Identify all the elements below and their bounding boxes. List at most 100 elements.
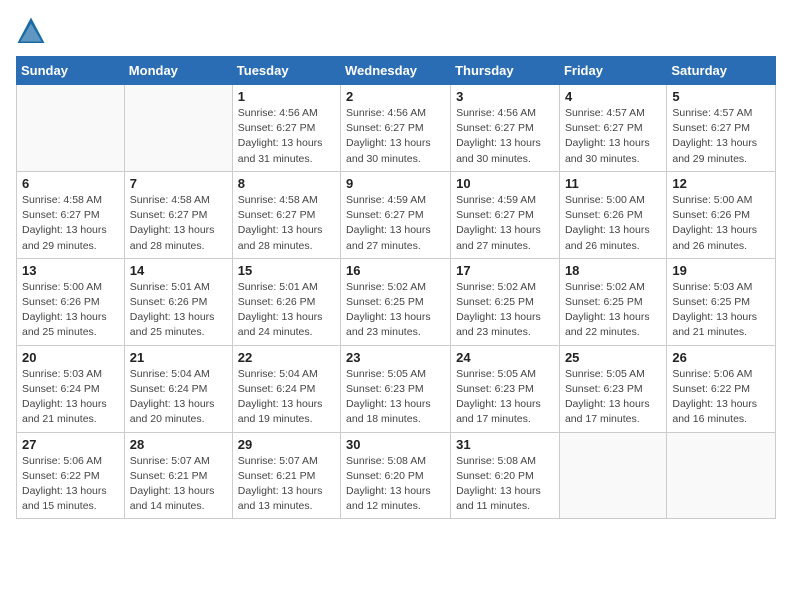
calendar-day-cell: 6 Sunrise: 4:58 AM Sunset: 6:27 PM Daylig…	[17, 171, 125, 258]
day-info: Sunrise: 5:06 AM Sunset: 6:22 PM Dayligh…	[672, 367, 770, 428]
calendar-day-cell: 21 Sunrise: 5:04 AM Sunset: 6:24 PM Dayli…	[124, 345, 232, 432]
calendar-day-cell: 25Sunrise: 5:05 AM Sunset: 6:23 PM Dayli…	[559, 345, 666, 432]
day-info: Sunrise: 5:01 AM Sunset: 6:26 PM Dayligh…	[238, 280, 335, 341]
weekday-header: Saturday	[667, 57, 776, 85]
day-number: 13	[22, 263, 119, 278]
calendar-day-cell: 31Sunrise: 5:08 AM Sunset: 6:20 PM Dayli…	[451, 432, 560, 519]
calendar-day-cell: 18 Sunrise: 5:02 AM Sunset: 6:25 PM Dayli…	[559, 258, 666, 345]
day-info: Sunrise: 5:03 AM Sunset: 6:25 PM Dayligh…	[672, 280, 770, 341]
day-info: Sunrise: 5:04 AM Sunset: 6:24 PM Dayligh…	[130, 367, 227, 428]
day-number: 22	[238, 350, 335, 365]
calendar-day-cell: 19 Sunrise: 5:03 AM Sunset: 6:25 PM Dayli…	[667, 258, 776, 345]
day-info: Sunrise: 5:05 AM Sunset: 6:23 PM Dayligh…	[346, 367, 445, 428]
calendar-day-cell: 15 Sunrise: 5:01 AM Sunset: 6:26 PM Dayli…	[232, 258, 340, 345]
calendar-day-cell	[559, 432, 666, 519]
day-number: 15	[238, 263, 335, 278]
day-info: Sunrise: 4:57 AM Sunset: 6:27 PM Dayligh…	[672, 106, 770, 167]
day-info: Sunrise: 5:06 AM Sunset: 6:22 PM Dayligh…	[22, 454, 119, 515]
calendar-day-cell: 5 Sunrise: 4:57 AM Sunset: 6:27 PM Daylig…	[667, 85, 776, 172]
day-number: 30	[346, 437, 445, 452]
calendar-day-cell: 13 Sunrise: 5:00 AM Sunset: 6:26 PM Dayli…	[17, 258, 125, 345]
day-info: Sunrise: 5:00 AM Sunset: 6:26 PM Dayligh…	[22, 280, 119, 341]
calendar-day-cell: 26 Sunrise: 5:06 AM Sunset: 6:22 PM Dayli…	[667, 345, 776, 432]
calendar-day-cell	[17, 85, 125, 172]
day-number: 8	[238, 176, 335, 191]
day-info: Sunrise: 4:59 AM Sunset: 6:27 PM Dayligh…	[346, 193, 445, 254]
day-number: 21	[130, 350, 227, 365]
logo-icon	[16, 16, 46, 46]
day-info: Sunrise: 5:00 AM Sunset: 6:26 PM Dayligh…	[672, 193, 770, 254]
day-number: 28	[130, 437, 227, 452]
day-info: Sunrise: 4:58 AM Sunset: 6:27 PM Dayligh…	[22, 193, 119, 254]
calendar-day-cell: 11Sunrise: 5:00 AM Sunset: 6:26 PM Dayli…	[559, 171, 666, 258]
calendar-week-row: 6 Sunrise: 4:58 AM Sunset: 6:27 PM Daylig…	[17, 171, 776, 258]
day-number: 26	[672, 350, 770, 365]
calendar-table: SundayMondayTuesdayWednesdayThursdayFrid…	[16, 56, 776, 519]
day-number: 12	[672, 176, 770, 191]
calendar-day-cell: 1 Sunrise: 4:56 AM Sunset: 6:27 PM Daylig…	[232, 85, 340, 172]
day-number: 31	[456, 437, 554, 452]
day-number: 23	[346, 350, 445, 365]
day-number: 9	[346, 176, 445, 191]
day-info: Sunrise: 5:02 AM Sunset: 6:25 PM Dayligh…	[346, 280, 445, 341]
calendar-day-cell	[667, 432, 776, 519]
day-number: 17	[456, 263, 554, 278]
day-number: 4	[565, 89, 661, 104]
calendar-day-cell	[124, 85, 232, 172]
day-info: Sunrise: 4:56 AM Sunset: 6:27 PM Dayligh…	[456, 106, 554, 167]
logo	[16, 16, 50, 46]
day-number: 29	[238, 437, 335, 452]
day-number: 20	[22, 350, 119, 365]
weekday-header: Monday	[124, 57, 232, 85]
day-number: 19	[672, 263, 770, 278]
day-number: 10	[456, 176, 554, 191]
page-header	[16, 16, 776, 46]
day-info: Sunrise: 4:56 AM Sunset: 6:27 PM Dayligh…	[238, 106, 335, 167]
calendar-day-cell: 7Sunrise: 4:58 AM Sunset: 6:27 PM Daylig…	[124, 171, 232, 258]
day-info: Sunrise: 5:07 AM Sunset: 6:21 PM Dayligh…	[238, 454, 335, 515]
day-number: 18	[565, 263, 661, 278]
calendar-day-cell: 3 Sunrise: 4:56 AM Sunset: 6:27 PM Daylig…	[451, 85, 560, 172]
calendar-day-cell: 30 Sunrise: 5:08 AM Sunset: 6:20 PM Dayli…	[341, 432, 451, 519]
day-number: 5	[672, 89, 770, 104]
day-info: Sunrise: 4:58 AM Sunset: 6:27 PM Dayligh…	[238, 193, 335, 254]
day-info: Sunrise: 4:59 AM Sunset: 6:27 PM Dayligh…	[456, 193, 554, 254]
calendar-day-cell: 27 Sunrise: 5:06 AM Sunset: 6:22 PM Dayli…	[17, 432, 125, 519]
calendar-day-cell: 14 Sunrise: 5:01 AM Sunset: 6:26 PM Dayli…	[124, 258, 232, 345]
day-info: Sunrise: 5:08 AM Sunset: 6:20 PM Dayligh…	[346, 454, 445, 515]
calendar-week-row: 27 Sunrise: 5:06 AM Sunset: 6:22 PM Dayli…	[17, 432, 776, 519]
calendar-week-row: 13 Sunrise: 5:00 AM Sunset: 6:26 PM Dayli…	[17, 258, 776, 345]
day-number: 6	[22, 176, 119, 191]
weekday-header: Thursday	[451, 57, 560, 85]
weekday-header: Wednesday	[341, 57, 451, 85]
day-number: 14	[130, 263, 227, 278]
calendar-day-cell: 8 Sunrise: 4:58 AM Sunset: 6:27 PM Daylig…	[232, 171, 340, 258]
day-info: Sunrise: 5:05 AM Sunset: 6:23 PM Dayligh…	[456, 367, 554, 428]
day-info: Sunrise: 5:05 AM Sunset: 6:23 PM Dayligh…	[565, 367, 661, 428]
day-number: 2	[346, 89, 445, 104]
day-number: 24	[456, 350, 554, 365]
day-info: Sunrise: 5:03 AM Sunset: 6:24 PM Dayligh…	[22, 367, 119, 428]
calendar-day-cell: 16Sunrise: 5:02 AM Sunset: 6:25 PM Dayli…	[341, 258, 451, 345]
calendar-day-cell: 9 Sunrise: 4:59 AM Sunset: 6:27 PM Daylig…	[341, 171, 451, 258]
day-number: 1	[238, 89, 335, 104]
day-info: Sunrise: 5:02 AM Sunset: 6:25 PM Dayligh…	[565, 280, 661, 341]
day-info: Sunrise: 5:04 AM Sunset: 6:24 PM Dayligh…	[238, 367, 335, 428]
day-number: 3	[456, 89, 554, 104]
day-info: Sunrise: 5:01 AM Sunset: 6:26 PM Dayligh…	[130, 280, 227, 341]
calendar-day-cell: 12 Sunrise: 5:00 AM Sunset: 6:26 PM Dayli…	[667, 171, 776, 258]
calendar-header-row: SundayMondayTuesdayWednesdayThursdayFrid…	[17, 57, 776, 85]
calendar-day-cell: 4Sunrise: 4:57 AM Sunset: 6:27 PM Daylig…	[559, 85, 666, 172]
calendar-day-cell: 10 Sunrise: 4:59 AM Sunset: 6:27 PM Dayli…	[451, 171, 560, 258]
calendar-week-row: 1 Sunrise: 4:56 AM Sunset: 6:27 PM Daylig…	[17, 85, 776, 172]
calendar-day-cell: 28Sunrise: 5:07 AM Sunset: 6:21 PM Dayli…	[124, 432, 232, 519]
calendar-day-cell: 2Sunrise: 4:56 AM Sunset: 6:27 PM Daylig…	[341, 85, 451, 172]
calendar-day-cell: 24 Sunrise: 5:05 AM Sunset: 6:23 PM Dayli…	[451, 345, 560, 432]
day-number: 11	[565, 176, 661, 191]
calendar-day-cell: 17Sunrise: 5:02 AM Sunset: 6:25 PM Dayli…	[451, 258, 560, 345]
calendar-day-cell: 20 Sunrise: 5:03 AM Sunset: 6:24 PM Dayli…	[17, 345, 125, 432]
calendar-day-cell: 29 Sunrise: 5:07 AM Sunset: 6:21 PM Dayli…	[232, 432, 340, 519]
day-number: 27	[22, 437, 119, 452]
weekday-header: Friday	[559, 57, 666, 85]
weekday-header: Tuesday	[232, 57, 340, 85]
